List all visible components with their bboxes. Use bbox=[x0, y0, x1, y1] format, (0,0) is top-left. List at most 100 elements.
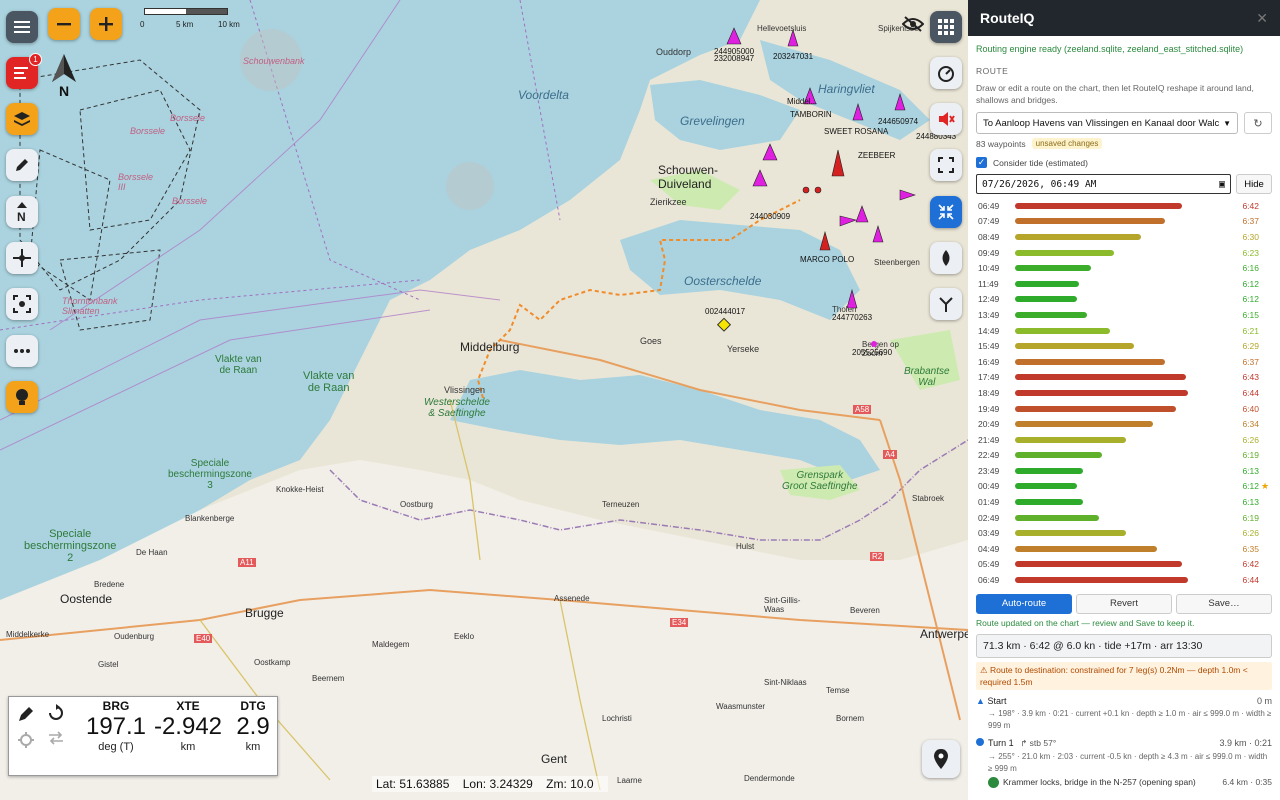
departure-datetime-input[interactable]: 07/26/2026, 06:49 AM ▣ bbox=[976, 174, 1231, 194]
tide-row[interactable]: 13:49 6:15 bbox=[968, 307, 1280, 323]
tide-row[interactable]: 11:49 6:12 bbox=[968, 276, 1280, 292]
mute-button[interactable] bbox=[930, 103, 962, 135]
plus-icon bbox=[99, 17, 113, 31]
best-star-icon: ★ bbox=[1261, 480, 1270, 491]
fullscreen-icon bbox=[938, 157, 954, 173]
list-alert-icon bbox=[14, 67, 28, 79]
draw-button[interactable] bbox=[6, 149, 38, 181]
vessel-marker bbox=[726, 27, 742, 45]
tide-row[interactable]: 06:49 6:42 bbox=[968, 198, 1280, 214]
tide-row[interactable]: 21:49 6:26 bbox=[968, 432, 1280, 448]
edit-route-icon[interactable] bbox=[17, 705, 35, 723]
tide-row[interactable]: 17:49 6:43 bbox=[968, 370, 1280, 386]
tide-duration: 6:37 bbox=[1242, 356, 1259, 367]
tide-bar-fill bbox=[1015, 577, 1189, 584]
hide-tide-button[interactable]: Hide bbox=[1236, 174, 1272, 194]
tide-row[interactable]: 06:49 6:44 bbox=[968, 572, 1280, 588]
tide-row[interactable]: 15:49 6:29 bbox=[968, 338, 1280, 354]
routeiq-panel: RouteIQ ✕ Routing engine ready (zeeland.… bbox=[968, 0, 1280, 800]
notifications-button[interactable]: 1 bbox=[6, 53, 42, 89]
tide-row[interactable]: 07:49 6:37 bbox=[968, 214, 1280, 230]
zoom-in-button[interactable] bbox=[90, 8, 122, 40]
more-button[interactable] bbox=[6, 335, 38, 367]
consider-tide-checkbox[interactable]: ✓ Consider tide (estimated) bbox=[976, 157, 1272, 168]
section-route-heading: ROUTE bbox=[976, 66, 1009, 76]
tide-row[interactable]: 10:49 6:16 bbox=[968, 260, 1280, 276]
close-icon[interactable]: ✕ bbox=[1256, 10, 1268, 27]
constraint-warning: ⚠ Route to destination: constrained for … bbox=[976, 661, 1272, 690]
swap-icon[interactable] bbox=[47, 731, 65, 745]
revert-button[interactable]: Revert bbox=[1076, 593, 1172, 614]
apps-grid-button[interactable] bbox=[930, 11, 962, 43]
panel-title: RouteIQ bbox=[980, 10, 1035, 26]
contrast-button[interactable] bbox=[930, 242, 962, 274]
fork-button[interactable] bbox=[930, 288, 962, 320]
tide-time: 03:49 bbox=[978, 528, 1000, 539]
tide-bar-track bbox=[1015, 202, 1221, 209]
brg-readout: BRG 197.1 deg (T) bbox=[83, 699, 149, 753]
grid-icon bbox=[938, 19, 954, 35]
save-button[interactable]: Save… bbox=[1176, 593, 1272, 614]
dtg-unit: km bbox=[245, 741, 261, 753]
route-select[interactable]: To Aanloop Havens van Vlissingen en Kana… bbox=[976, 112, 1238, 134]
layers-button[interactable] bbox=[6, 103, 38, 135]
tide-row[interactable]: 02:49 6:19 bbox=[968, 510, 1280, 526]
leg-turn: ↱ stb 57° bbox=[1020, 737, 1057, 748]
tide-time: 15:49 bbox=[978, 341, 1000, 352]
tide-row[interactable]: 16:49 6:37 bbox=[968, 354, 1280, 370]
tide-row[interactable]: 05:49 6:42 bbox=[968, 557, 1280, 573]
tide-time: 14:49 bbox=[978, 325, 1000, 336]
tide-duration: 6:23 bbox=[1242, 247, 1259, 258]
leg-turn-1[interactable]: Turn 1 ↱ stb 57° 3.9 km · 0:21 → 255° · … bbox=[976, 737, 1272, 789]
center-button[interactable] bbox=[6, 288, 38, 320]
north-up-button[interactable]: N bbox=[6, 196, 38, 228]
visibility-off-icon[interactable] bbox=[902, 16, 924, 32]
auto-route-button[interactable]: Auto-route bbox=[976, 593, 1072, 614]
tide-time: 19:49 bbox=[978, 403, 1000, 414]
tide-bar-fill bbox=[1015, 467, 1083, 474]
tide-row[interactable]: 00:49 6:12 ★ bbox=[968, 479, 1280, 495]
tips-button[interactable] bbox=[6, 381, 38, 413]
fullscreen-button[interactable] bbox=[930, 149, 962, 181]
tide-row[interactable]: 14:49 6:21 bbox=[968, 323, 1280, 339]
add-marker-button[interactable] bbox=[922, 740, 960, 778]
vessel-marker bbox=[803, 87, 817, 105]
menu-button[interactable] bbox=[6, 11, 38, 43]
tide-bar-track bbox=[1015, 343, 1221, 350]
tide-bar-fill bbox=[1015, 280, 1079, 287]
dtg-readout: DTG 2.9 km bbox=[231, 699, 275, 753]
timer-button[interactable] bbox=[930, 57, 962, 89]
compass-icon[interactable] bbox=[17, 731, 35, 749]
tide-row[interactable]: 22:49 6:19 bbox=[968, 448, 1280, 464]
tide-bar-fill bbox=[1015, 233, 1141, 240]
tide-row[interactable]: 03:49 6:26 bbox=[968, 525, 1280, 541]
tide-row[interactable]: 12:49 6:12 bbox=[968, 292, 1280, 308]
refresh-button[interactable]: ↻ bbox=[1244, 112, 1272, 134]
tide-row[interactable]: 18:49 6:44 bbox=[968, 385, 1280, 401]
xte-readout: XTE -2.942 km bbox=[151, 699, 225, 753]
tide-time: 17:49 bbox=[978, 372, 1000, 383]
panel-header: RouteIQ ✕ bbox=[968, 0, 1280, 36]
tide-row[interactable]: 20:49 6:34 bbox=[968, 416, 1280, 432]
route-button[interactable] bbox=[6, 242, 38, 274]
lightbulb-icon bbox=[16, 389, 28, 405]
tide-row[interactable]: 19:49 6:40 bbox=[968, 401, 1280, 417]
start-triangle-icon: ▲ bbox=[976, 695, 985, 706]
obstacle-distance: 6.4 km · 0:35 bbox=[1222, 777, 1272, 788]
tide-row[interactable]: 09:49 6:23 bbox=[968, 245, 1280, 261]
tide-duration: 6:12 bbox=[1242, 294, 1259, 305]
zoom-out-button[interactable] bbox=[48, 8, 80, 40]
obstacle-name: Krammer locks, bridge in the N-257 (open… bbox=[1003, 776, 1196, 787]
tide-row[interactable]: 08:49 6:30 bbox=[968, 229, 1280, 245]
tide-bar-fill bbox=[1015, 421, 1154, 428]
collapse-button[interactable] bbox=[930, 196, 962, 228]
tide-bar-track bbox=[1015, 218, 1221, 225]
tide-row[interactable]: 01:49 6:13 bbox=[968, 494, 1280, 510]
leg-start[interactable]: ▲ Start 0 m → 198° · 3.9 km · 0:21 · cur… bbox=[976, 696, 1272, 732]
leg-obstacle[interactable]: Krammer locks, bridge in the N-257 (open… bbox=[976, 776, 1272, 789]
tide-row[interactable]: 23:49 6:13 bbox=[968, 463, 1280, 479]
xte-label: XTE bbox=[176, 699, 200, 713]
chart-map[interactable]: Schouwenbank Voordelta Grevelingen Harin… bbox=[0, 0, 968, 800]
reset-icon[interactable] bbox=[47, 704, 65, 722]
tide-row[interactable]: 04:49 6:35 bbox=[968, 541, 1280, 557]
